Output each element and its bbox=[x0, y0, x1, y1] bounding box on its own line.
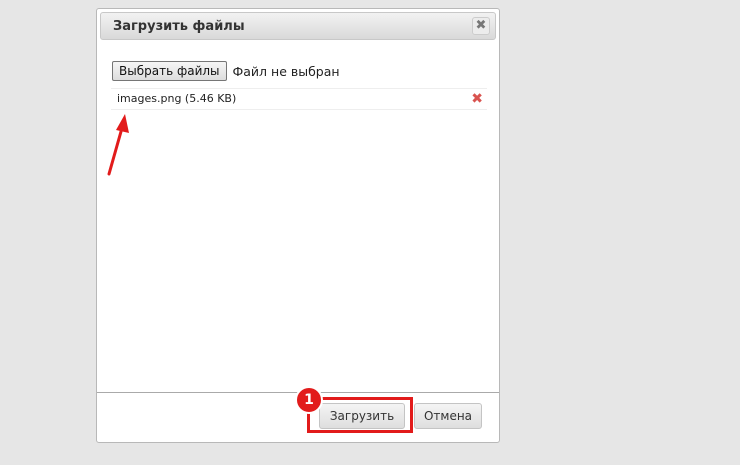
dialog-titlebar: Загрузить файлы ✖ bbox=[100, 12, 496, 40]
file-name: images.png (5.46 KB) bbox=[117, 92, 237, 105]
close-icon[interactable]: ✖ bbox=[472, 17, 490, 35]
upload-button[interactable]: Загрузить bbox=[319, 403, 405, 429]
dialog-title: Загрузить файлы bbox=[113, 19, 245, 34]
choose-files-button[interactable]: Выбрать файлы bbox=[112, 61, 227, 81]
upload-dialog: Загрузить файлы ✖ Выбрать файлы Файл не … bbox=[96, 8, 500, 443]
list-item: images.png (5.46 KB) ✖ bbox=[111, 88, 487, 110]
step-badge: 1 bbox=[295, 386, 323, 414]
cancel-button[interactable]: Отмена bbox=[414, 403, 482, 429]
remove-file-icon[interactable]: ✖ bbox=[471, 90, 483, 108]
file-input-row: Выбрать файлы Файл не выбран bbox=[112, 61, 340, 81]
file-status-text: Файл не выбран bbox=[232, 63, 340, 79]
